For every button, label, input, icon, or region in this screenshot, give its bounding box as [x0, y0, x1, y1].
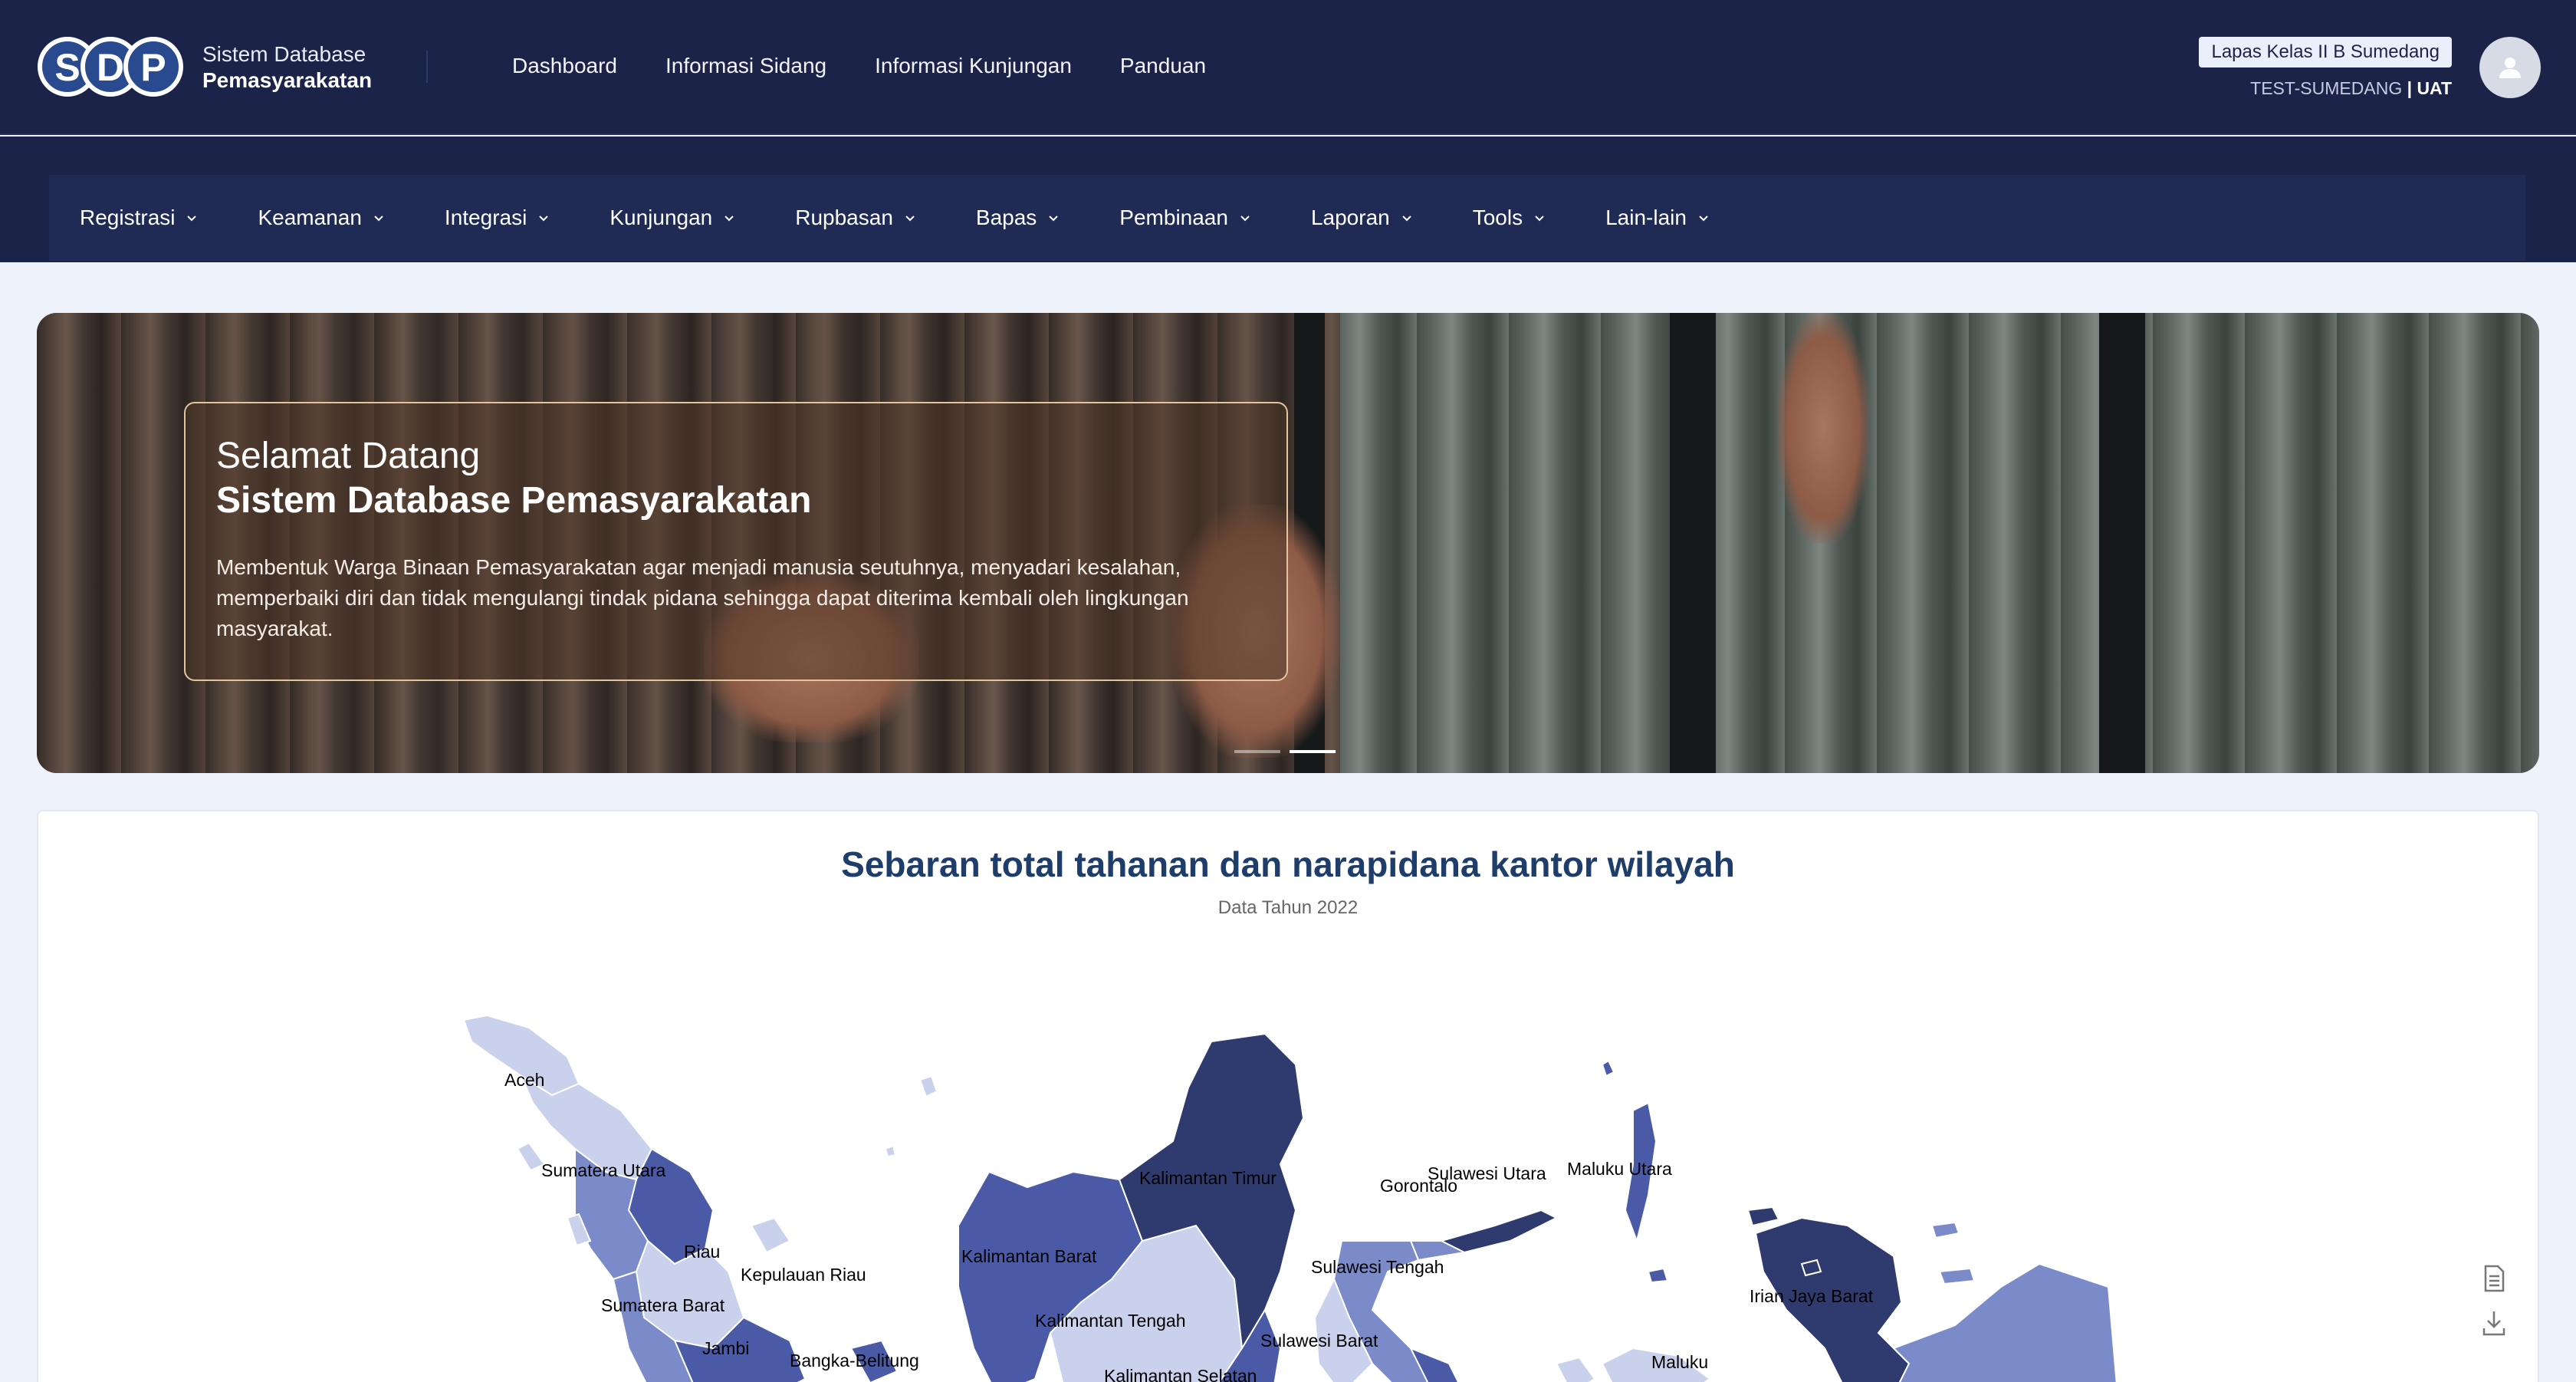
- label-irian-jaya-barat: Irian Jaya Barat: [1750, 1286, 1874, 1306]
- sdp-logo[interactable]: S D P: [37, 34, 184, 100]
- menu-integrasi[interactable]: Integrasi: [445, 206, 550, 230]
- carousel-dot-1[interactable]: [1234, 750, 1280, 753]
- menu-lain-lain[interactable]: Lain-lain: [1605, 206, 1710, 230]
- menu-label: Integrasi: [444, 206, 527, 229]
- menu-label: Registrasi: [80, 206, 176, 229]
- region-papua: [1892, 1262, 2118, 1382]
- chevron-down-icon: [724, 216, 734, 222]
- island: [516, 1141, 546, 1172]
- top-nav: Dashboard Informasi Sidang Informasi Kun…: [512, 52, 1206, 80]
- label-maluku: Maluku: [1651, 1352, 1708, 1372]
- environment-label: UAT: [2417, 78, 2452, 98]
- island: [1647, 1267, 1669, 1284]
- top-header: S D P Sistem Database Pemasyarakatan Das…: [0, 0, 2576, 135]
- svg-text:P: P: [140, 46, 166, 89]
- carousel-indicators: [1234, 750, 1336, 753]
- svg-text:S: S: [54, 46, 80, 89]
- map-actions: [2481, 1264, 2507, 1338]
- label-sumatera-utara: Sumatera Utara: [541, 1160, 666, 1180]
- menu-registrasi[interactable]: Registrasi: [80, 206, 198, 230]
- menu-label: Keamanan: [258, 206, 362, 229]
- island: [884, 1144, 897, 1158]
- label-kepulauan-riau: Kepulauan Riau: [741, 1265, 866, 1285]
- label-sulawesi-tengah: Sulawesi Tengah: [1311, 1257, 1444, 1277]
- chevron-down-icon: [1049, 216, 1059, 222]
- label-gorontalo: Gorontalo: [1380, 1176, 1457, 1196]
- menu-pembinaan[interactable]: Pembinaan: [1119, 206, 1251, 230]
- island: [1930, 1221, 1960, 1239]
- download-icon[interactable]: [2481, 1308, 2507, 1338]
- label-bangka-belitung: Bangka-Belitung: [790, 1351, 919, 1370]
- label-kalimantan-tengah: Kalimantan Tengah: [1035, 1311, 1186, 1331]
- label-maluku-utara: Maluku Utara: [1567, 1159, 1672, 1179]
- menu-laporan[interactable]: Laporan: [1311, 206, 1413, 230]
- island: [1746, 1206, 1780, 1227]
- menu-label: Rupbasan: [795, 206, 893, 229]
- main-menu: Registrasi Keamanan Integrasi Kunjungan …: [49, 175, 2525, 261]
- island: [1938, 1267, 1976, 1285]
- nav-informasi-sidang[interactable]: Informasi Sidang: [665, 52, 826, 80]
- brand-name: Sistem Database Pemasyarakatan: [202, 41, 372, 94]
- menu-tools[interactable]: Tools: [1473, 206, 1546, 230]
- label-riau: Riau: [684, 1242, 720, 1262]
- menu-kunjungan[interactable]: Kunjungan: [610, 206, 735, 230]
- document-icon[interactable]: [2481, 1264, 2507, 1293]
- island: [1555, 1356, 1596, 1382]
- chevron-down-icon: [374, 216, 383, 222]
- welcome-card: Selamat Datang Sistem Database Pemasyara…: [184, 402, 1288, 681]
- island: [918, 1074, 938, 1098]
- user-info: TEST-SUMEDANG | UAT: [2250, 77, 2452, 100]
- label-kalimantan-timur: Kalimantan Timur: [1139, 1168, 1276, 1188]
- carousel-dot-2[interactable]: [1290, 750, 1336, 753]
- menu-label: Lain-lain: [1605, 206, 1687, 229]
- chevron-down-icon: [1402, 216, 1411, 222]
- menu-bapas[interactable]: Bapas: [976, 206, 1060, 230]
- menu-keamanan[interactable]: Keamanan: [258, 206, 384, 230]
- label-kalimantan-barat: Kalimantan Barat: [961, 1246, 1097, 1266]
- welcome-greeting: Selamat Datang: [216, 436, 481, 476]
- username: TEST-SUMEDANG: [2250, 78, 2403, 98]
- brand-divider: [426, 51, 428, 83]
- chevron-down-icon: [539, 216, 549, 222]
- nav-dashboard[interactable]: Dashboard: [512, 52, 617, 80]
- hero-banner: Selamat Datang Sistem Database Pemasyara…: [37, 313, 2539, 773]
- unit-badge: Lapas Kelas II B Sumedang: [2199, 37, 2452, 67]
- welcome-title: Sistem Database Pemasyarakatan: [216, 480, 812, 521]
- menu-label: Pembinaan: [1119, 206, 1228, 229]
- chevron-down-icon: [1240, 216, 1250, 222]
- region-sulawesi-utara: [1439, 1209, 1559, 1254]
- welcome-description: Membentuk Warga Binaan Pemasyarakatan ag…: [216, 555, 1189, 640]
- user-icon: [2499, 58, 2521, 78]
- chevron-down-icon: [1535, 216, 1544, 222]
- label-aceh: Aceh: [504, 1070, 544, 1090]
- label-jambi: Jambi: [702, 1338, 749, 1358]
- menu-bar-wrapper: Registrasi Keamanan Integrasi Kunjungan …: [0, 137, 2576, 262]
- nav-panduan[interactable]: Panduan: [1120, 52, 1206, 80]
- island: [1601, 1059, 1615, 1078]
- menu-label: Laporan: [1310, 206, 1390, 229]
- indonesia-map: Aceh Sumatera Utara Riau Kepulauan Riau …: [462, 1014, 2118, 1382]
- menu-label: Tools: [1472, 206, 1523, 229]
- chevron-down-icon: [1699, 216, 1708, 222]
- brand-line2: Pemasyarakatan: [202, 68, 373, 92]
- region-kepulauan-riau: [750, 1216, 791, 1254]
- menu-label: Bapas: [975, 206, 1037, 229]
- chevron-down-icon: [187, 216, 197, 222]
- menu-label: Kunjungan: [610, 206, 713, 229]
- chevron-down-icon: [905, 216, 915, 222]
- brand-line1: Sistem Database: [202, 42, 366, 66]
- label-kalimantan-selatan: Kalimantan Selatan: [1104, 1366, 1257, 1382]
- avatar[interactable]: [2479, 37, 2541, 98]
- user-separator: |: [2407, 78, 2413, 98]
- map-card: Sebaran total tahanan dan narapidana kan…: [37, 810, 2539, 1382]
- label-sulawesi-barat: Sulawesi Barat: [1260, 1331, 1378, 1351]
- menu-rupbasan[interactable]: Rupbasan: [795, 206, 916, 230]
- nav-informasi-kunjungan[interactable]: Informasi Kunjungan: [875, 52, 1072, 80]
- svg-text:D: D: [97, 46, 124, 89]
- label-sumatera-barat: Sumatera Barat: [601, 1295, 725, 1315]
